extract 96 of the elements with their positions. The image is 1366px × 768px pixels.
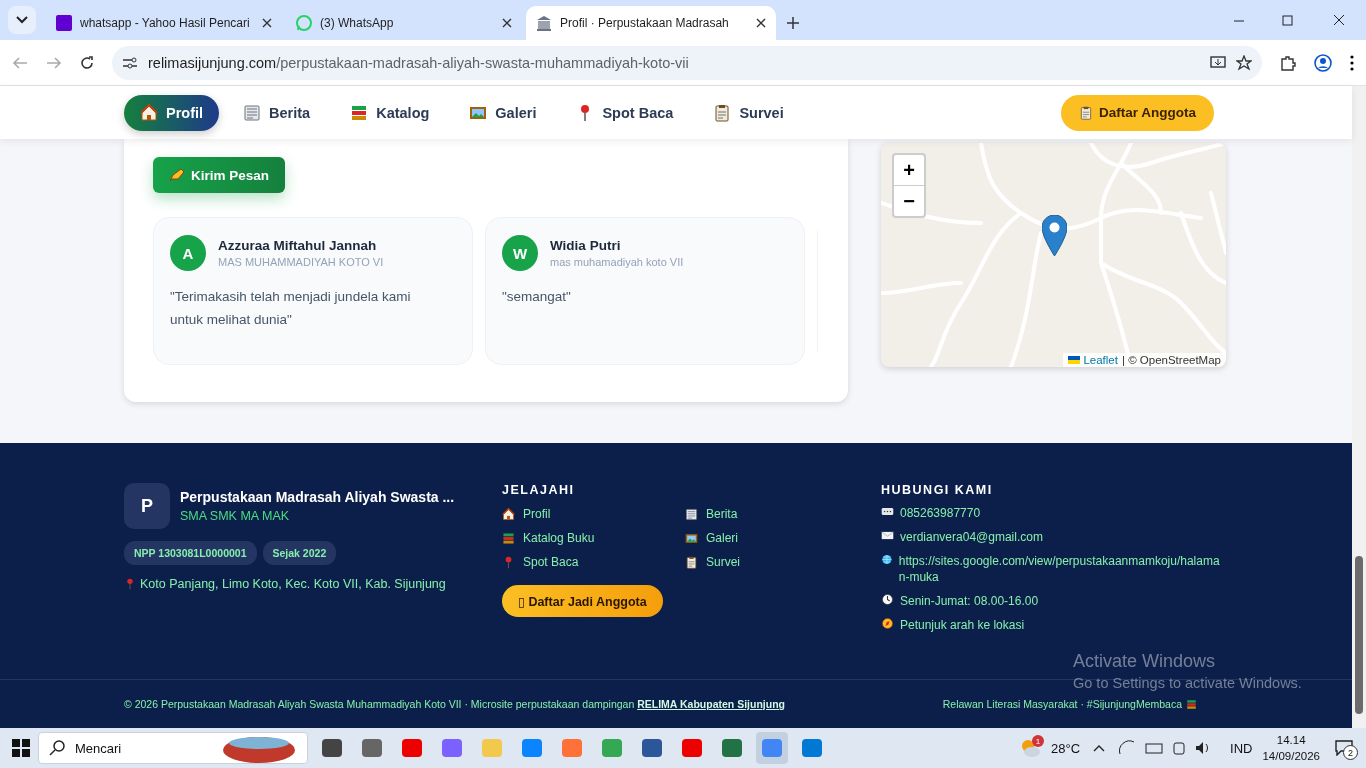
chat-bubble-icon	[1335, 740, 1353, 756]
tagline-text: Relawan Literasi Masyarakat · #SijunjungMembaca	[942, 698, 1182, 710]
contact-link[interactable]: https://sites.google.com/view/perpustakaanmamkoju/halaman-muka	[881, 553, 1226, 585]
brand-subtitle: SMA SMK MA MAK	[180, 509, 291, 523]
contact-link[interactable]: 085263987770	[881, 505, 1226, 521]
author-school: MAS MUHAMMADIYAH KOTO VI	[218, 256, 384, 268]
search-field[interactable]: Mencari	[38, 732, 308, 764]
clipboard-icon	[713, 103, 732, 122]
chat-bubble-icon	[296, 15, 312, 31]
books-icon	[1186, 698, 1197, 710]
copyright-text: © 2026 Perpustakaan Madrasah Aliyah Swasta Muhammadiyah Koto VII · Microsite perpustakaan dampingan RELIMA Kabupaten Sijunjung	[124, 698, 785, 710]
newspaper-icon	[685, 507, 698, 521]
info-badge: Sejak 2022	[262, 541, 337, 565]
avatar-initial: W	[502, 235, 538, 271]
nav-link[interactable]: Galeri	[453, 94, 553, 131]
nav-link[interactable]: Spot Baca	[560, 94, 690, 131]
close-icon[interactable]	[502, 18, 512, 28]
zoom-in-button[interactable]: +	[894, 155, 924, 186]
clipboard-icon	[1079, 105, 1093, 120]
address-text: Koto Panjang, Limo Koto, Kec. Koto VII, Kab. Sijunjung	[140, 577, 446, 591]
building-icon	[536, 15, 552, 31]
contact-link[interactable]: Petunjuk arah ke lokasi	[881, 617, 1226, 633]
activation-message: Go to Settings to activate Windows.	[1073, 675, 1302, 691]
windows-start-icon[interactable]	[12, 739, 30, 757]
nav-link[interactable]: Berita	[227, 94, 327, 131]
speech-bubble-icon	[881, 505, 894, 518]
nav-link[interactable]: Profil	[124, 94, 220, 131]
activation-title: Activate Windows	[1073, 651, 1217, 672]
site-settings-icon[interactable]	[122, 55, 138, 70]
author-name: Widia Putri	[550, 238, 622, 253]
chevron-down-icon	[16, 16, 28, 24]
notifications-button[interactable]: 2	[1330, 734, 1358, 762]
close-icon[interactable]	[756, 18, 766, 28]
star-icon[interactable]	[1236, 54, 1252, 71]
compass-icon	[881, 617, 894, 630]
tab-list-button[interactable]	[8, 6, 36, 34]
footer-link[interactable]: Profil	[502, 505, 685, 523]
send-message-button[interactable]: Kirim Pesan	[153, 157, 286, 193]
section-title: HUBUNGI KAMI	[881, 483, 994, 497]
profile-icon[interactable]	[1314, 53, 1332, 72]
footer-link[interactable]: Galeri	[685, 529, 835, 547]
house-icon	[502, 507, 515, 521]
reload-icon[interactable]	[80, 55, 94, 70]
language-indicator[interactable]: IND	[1230, 740, 1253, 756]
logo-initial: P	[124, 483, 170, 529]
join-member-button[interactable]: ▯ Daftar Jadi Anggota	[502, 585, 663, 617]
author-school: mas muhamadiyah koto VII	[550, 256, 684, 268]
picture-icon	[685, 531, 698, 545]
menu-icon[interactable]	[1350, 54, 1354, 71]
author-name: Azzuraa Miftahul Jannah	[218, 238, 378, 253]
globe-icon	[881, 553, 893, 566]
relima-link[interactable]: RELIMA Kabupaten Sijunjung	[637, 698, 785, 710]
testimonial-quote: "semangat"	[502, 288, 572, 306]
nav-link[interactable]: Survei	[697, 94, 800, 131]
address-bar[interactable]: relimasijunjung.com/perpustakaan-madrasah-aliyah-swasta-muhammadiyah-koto-vii	[112, 45, 1262, 80]
clock[interactable]: 14.14 14/09/2026	[1262, 732, 1320, 764]
browser-tab[interactable]: (3) WhatsApp	[286, 6, 522, 40]
clock-icon	[881, 593, 894, 606]
newspaper-icon	[243, 103, 262, 122]
temperature-text: 28°C	[1051, 740, 1081, 756]
testimonial-quote: "Terimakasih telah menjadi jundela kami untuk melihat dunia"	[170, 288, 412, 329]
attribution-text: | © OpenStreetMap	[1121, 354, 1221, 366]
pin-icon	[124, 578, 136, 590]
url-text: relimasijunjung.com/perpustakaan-madrasah-aliyah-swasta-muhammadiyah-koto-vii	[148, 54, 689, 71]
new-tab-icon[interactable]	[786, 16, 800, 30]
books-icon	[350, 103, 369, 122]
install-icon[interactable]	[1210, 55, 1226, 70]
info-badge: NPP 1303081L0000001	[124, 541, 257, 565]
puzzle-icon[interactable]	[1280, 54, 1296, 71]
footer-link[interactable]: Berita	[685, 505, 835, 523]
weather-alert-badge: 1	[1032, 735, 1044, 747]
search-icon	[49, 740, 65, 756]
map[interactable]: + − Leaflet | © OpenStreetMap	[881, 143, 1226, 367]
browser-tab[interactable]: whatsapp - Yahoo Hasil Pencari	[46, 6, 282, 40]
avatar-initial: A	[170, 235, 206, 271]
leaflet-link[interactable]: Leaflet	[1068, 354, 1118, 366]
close-icon[interactable]	[262, 18, 272, 28]
brand-name: Perpustakaan Madrasah Aliyah Swasta ...	[180, 489, 455, 505]
footer-link[interactable]: Survei	[685, 553, 835, 571]
zoom-out-button[interactable]: −	[894, 186, 924, 216]
writing-hand-icon	[169, 168, 185, 182]
clipboard-icon	[685, 555, 698, 569]
contact-link[interactable]: Senin-Jumat: 08.00-16.00	[881, 593, 1226, 609]
section-title: JELAJAHI	[502, 483, 576, 497]
register-button[interactable]: Daftar Anggota	[1061, 94, 1214, 131]
browser-tab[interactable]: Profil · Perpustakaan Madrasah	[526, 6, 776, 40]
house-icon	[140, 103, 158, 122]
nav-link[interactable]: Katalog	[334, 94, 446, 131]
envelope-icon	[881, 529, 894, 542]
contact-link[interactable]: verdianvera04@gmail.com	[881, 529, 1226, 545]
footer-link[interactable]: Spot Baca	[502, 553, 685, 571]
footer-link[interactable]: Katalog Buku	[502, 529, 685, 547]
books-icon	[502, 531, 515, 545]
scrollbar[interactable]	[1352, 86, 1366, 728]
map-marker-icon[interactable]	[1042, 215, 1067, 256]
flag-icon	[1068, 356, 1081, 364]
